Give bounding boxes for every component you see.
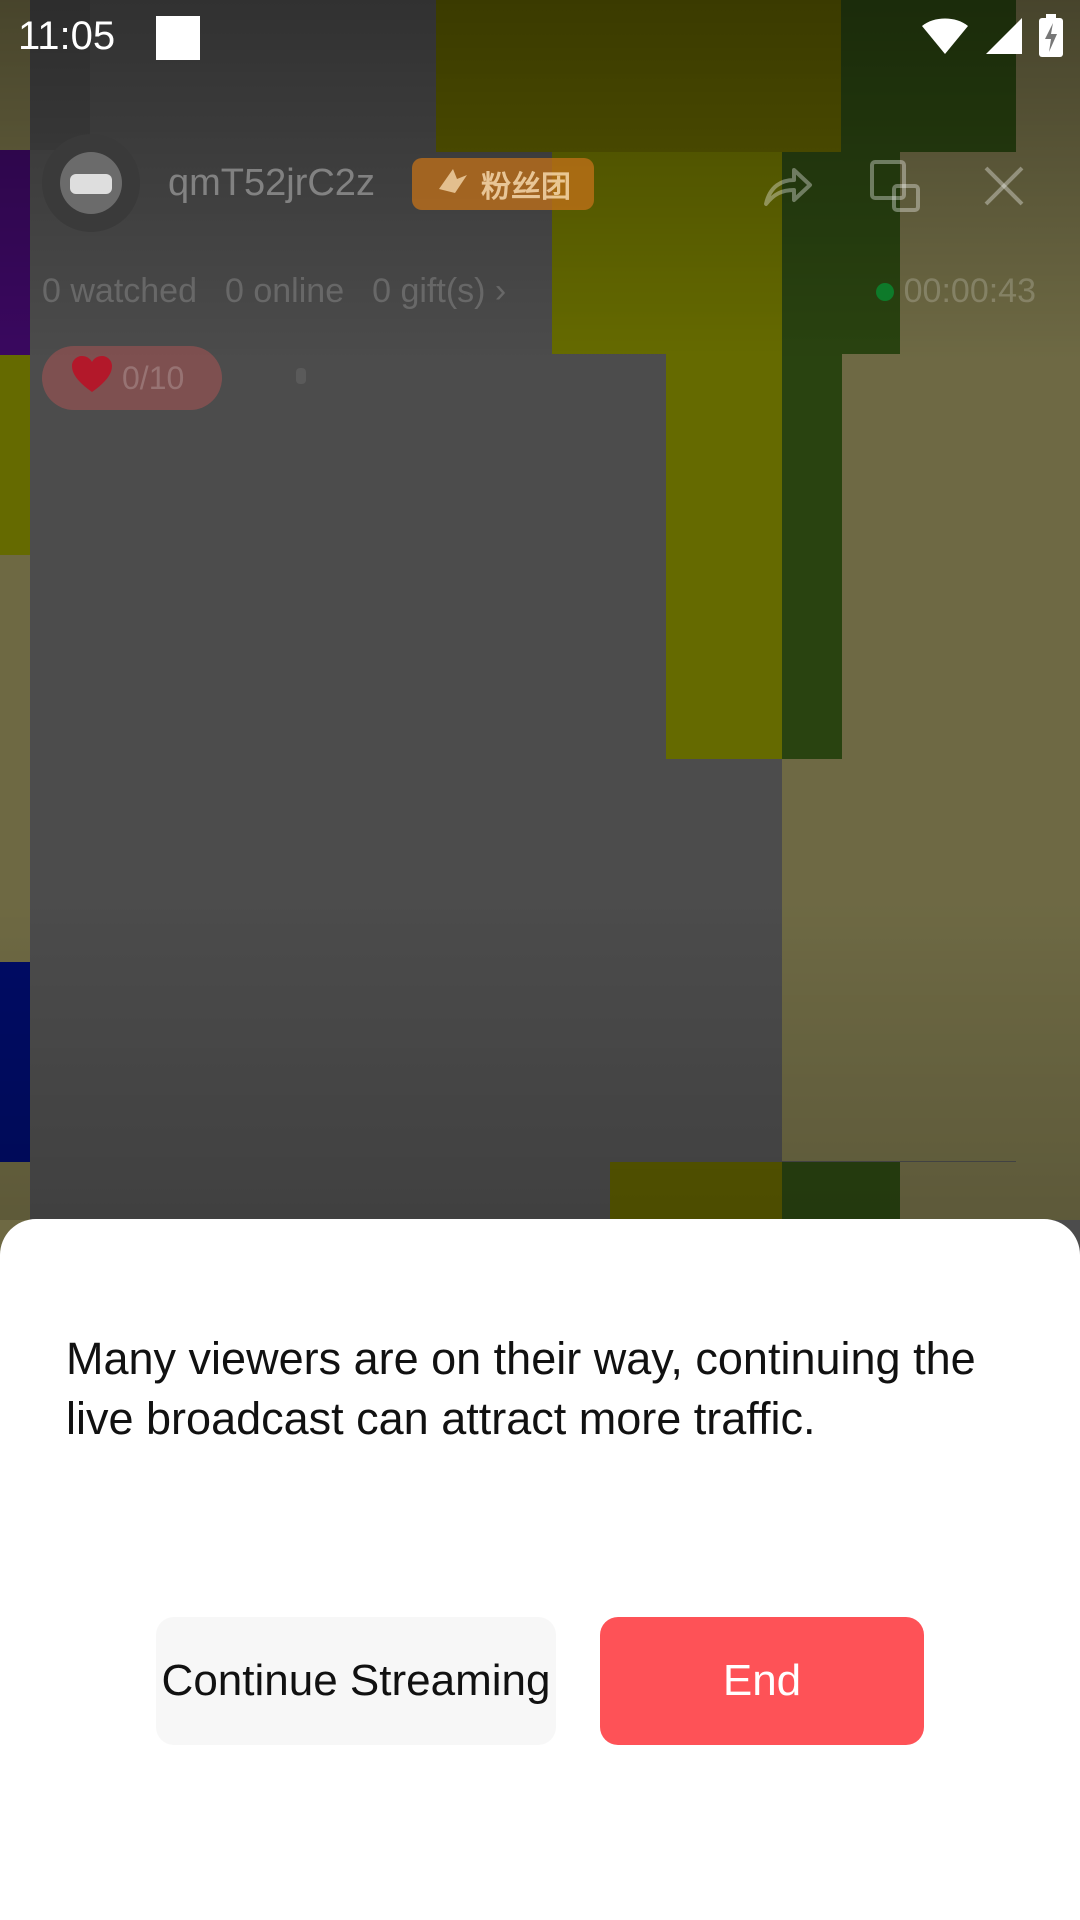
streamer-username[interactable]: qmT52jrC2z [168, 162, 375, 205]
status-time: 11:05 [18, 14, 116, 58]
online-count: 0 online [225, 272, 345, 310]
like-goal-pill[interactable]: 0/10 [42, 346, 222, 410]
fan-club-badge[interactable]: 粉丝团 [412, 158, 594, 210]
close-icon[interactable] [976, 158, 1032, 214]
continue-streaming-button[interactable]: Continue Streaming [156, 1617, 556, 1745]
chevron-right-icon: › [494, 272, 507, 310]
cell-signal-icon [984, 16, 1024, 61]
like-progress: 0/10 [122, 359, 185, 396]
share-icon[interactable] [760, 158, 816, 214]
indicator-mark [296, 368, 306, 384]
fan-club-label: 粉丝团 [481, 171, 571, 204]
fan-club-icon [435, 165, 471, 203]
notification-square-icon [156, 16, 200, 60]
gift-count: 0 gift(s) › [372, 272, 507, 310]
avatar[interactable] [42, 134, 140, 232]
battery-charging-icon [1038, 14, 1064, 63]
wifi-icon [920, 16, 970, 61]
live-stats[interactable]: 0 watched 0 online 0 gift(s) › [42, 272, 506, 311]
end-stream-button[interactable]: End [600, 1617, 924, 1745]
status-bar: 11:05 [0, 0, 1080, 76]
live-duration: 00:00:43 [903, 272, 1036, 310]
live-indicator-dot [875, 282, 894, 301]
live-header: qmT52jrC2z 粉丝团 0 watched 0 online 0 gift… [0, 120, 1080, 440]
end-stream-dialog: Many viewers are on their way, continuin… [0, 1219, 1080, 1920]
watched-count: 0 watched [42, 272, 197, 310]
heart-icon [70, 354, 114, 402]
live-timer: 00:00:43 [875, 272, 1036, 311]
screen-switch-icon[interactable] [868, 158, 924, 214]
dialog-message: Many viewers are on their way, continuin… [66, 1333, 976, 1444]
